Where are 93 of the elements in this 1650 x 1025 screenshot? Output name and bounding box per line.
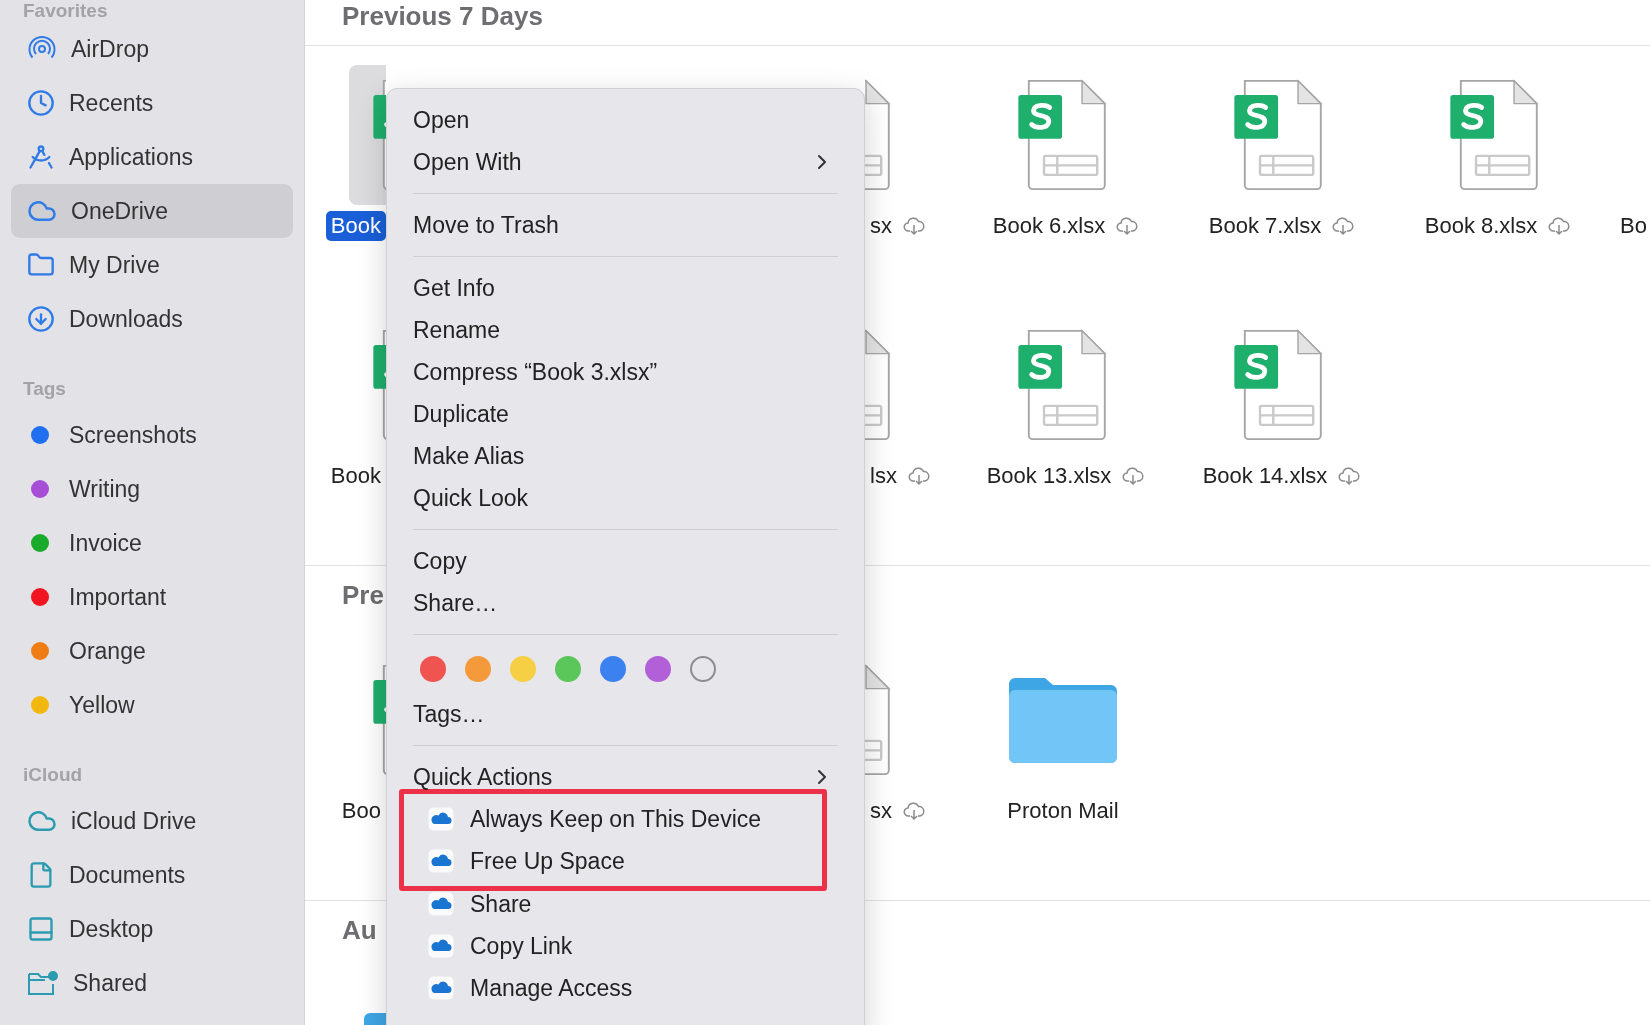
file-name: lsx: [869, 462, 898, 490]
menu-item[interactable]: Share: [387, 883, 864, 925]
sidebar-item[interactable]: My Drive: [11, 238, 293, 292]
sidebar-item-label: Orange: [69, 637, 146, 665]
sidebar-item-label: Writing: [69, 475, 141, 503]
menu-item[interactable]: Always Keep on This Device: [404, 798, 822, 840]
file-name: Boo: [340, 797, 382, 825]
menu-item[interactable]: Open With: [387, 141, 864, 183]
file-name: Book 13.xlsx: [985, 462, 1113, 490]
file-tile[interactable]: Book 7.xlsx: [1171, 65, 1387, 315]
tag-color-swatch[interactable]: [510, 656, 536, 682]
file-name: Book: [329, 462, 382, 490]
sidebar-item[interactable]: Recents: [11, 76, 293, 130]
menu-item[interactable]: Manage Access: [387, 967, 864, 1009]
sidebar-item-label: Yellow: [69, 691, 135, 719]
sidebar-item[interactable]: AirDrop: [11, 22, 293, 76]
tag-color-swatch[interactable]: [420, 656, 446, 682]
sidebar-item-label: Downloads: [69, 305, 183, 333]
file-tile[interactable]: Book 8.xlsx: [1387, 65, 1603, 315]
cloud-icon: [428, 807, 454, 831]
sidebar-item[interactable]: iCloud Drive: [11, 794, 293, 848]
sidebar-item-label: AirDrop: [71, 35, 149, 63]
file-name: Book 14.xlsx: [1201, 462, 1329, 490]
sidebar-item[interactable]: OneDrive: [11, 184, 293, 238]
section-header: Previous 7 Days: [342, 1, 543, 31]
download-icon: [27, 305, 55, 333]
cloud-icon: [428, 934, 454, 958]
menu-item[interactable]: Quick Look: [387, 477, 864, 519]
file-name: Bo: [1619, 212, 1648, 240]
desktop-icon: [27, 915, 55, 943]
cloud-icon: [428, 976, 454, 1000]
menu-item[interactable]: Move to Trash: [387, 204, 864, 246]
menu-item[interactable]: Compress “Book 3.xlsx”: [387, 351, 864, 393]
menu-item[interactable]: Make Alias: [387, 435, 864, 477]
sidebar-section-header: iCloud: [22, 763, 84, 787]
sidebar-item-label: Screenshots: [69, 421, 197, 449]
cloud-icon: [428, 892, 454, 916]
menu-item[interactable]: Quick Actions: [387, 756, 864, 798]
sidebar-item[interactable]: Desktop: [11, 902, 293, 956]
compass-icon: [27, 143, 55, 171]
file-name: Book 7.xlsx: [1207, 212, 1323, 240]
tag-color-swatch[interactable]: [690, 656, 716, 682]
menu-item[interactable]: Open: [387, 99, 864, 141]
section-header: Pre: [342, 580, 384, 610]
menu-item[interactable]: Copy Link: [387, 925, 864, 967]
sidebar-item-label: Documents: [69, 861, 186, 889]
menu-item[interactable]: Get Info: [387, 267, 864, 309]
sidebar-item[interactable]: Yellow: [11, 678, 293, 732]
sidebar-section-header: Favorites: [22, 0, 109, 22]
clock-icon: [27, 89, 55, 117]
sidebar-item-label: Important: [69, 583, 167, 611]
menu-item[interactable]: Tags…: [387, 693, 864, 735]
file-tile[interactable]: Book 14.xlsx: [1171, 315, 1387, 565]
menu-item[interactable]: Rename: [387, 309, 864, 351]
sidebar-item[interactable]: Invoice: [11, 516, 293, 570]
sidebar-item-label: Recents: [69, 89, 154, 117]
shared-folder-icon: [27, 969, 59, 997]
sidebar-item[interactable]: Applications: [11, 130, 293, 184]
file-name: sx: [869, 212, 893, 240]
file-name: Book 8.xlsx: [1423, 212, 1539, 240]
sidebar-item-label: OneDrive: [71, 197, 169, 225]
sidebar-item-label: Desktop: [69, 915, 154, 943]
sidebar-item[interactable]: Orange: [11, 624, 293, 678]
sidebar-item[interactable]: Important: [11, 570, 293, 624]
file-name: Proton Mail: [1006, 797, 1120, 825]
menu-item[interactable]: Free Up Space: [404, 840, 822, 882]
cloud-icon: [428, 849, 454, 873]
sidebar-item-label: My Drive: [69, 251, 160, 279]
file-name: Book: [325, 211, 386, 241]
sidebar-item-label: Shared: [73, 969, 148, 997]
tag-color-swatch[interactable]: [645, 656, 671, 682]
folder-icon: [27, 251, 55, 279]
sidebar-item-label: iCloud Drive: [71, 807, 197, 835]
sidebar-item[interactable]: Writing: [11, 462, 293, 516]
menu-item[interactable]: Share…: [387, 582, 864, 624]
sidebar-item-label: Invoice: [69, 529, 142, 557]
sidebar-section-header: Tags: [22, 377, 67, 401]
tag-color-swatch[interactable]: [465, 656, 491, 682]
sidebar-item[interactable]: Downloads: [11, 292, 293, 346]
file-tile[interactable]: Book 13.xlsx: [955, 315, 1171, 565]
tag-color-swatch[interactable]: [555, 656, 581, 682]
section-header: Au: [342, 915, 377, 945]
sidebar-item-label: Applications: [69, 143, 194, 171]
sidebar-item[interactable]: Shared: [11, 956, 293, 1010]
file-name: Book 6.xlsx: [991, 212, 1107, 240]
file-name: sx: [869, 797, 893, 825]
sidebar-item[interactable]: Screenshots: [11, 408, 293, 462]
file-tile[interactable]: Book 6.xlsx: [955, 65, 1171, 315]
tag-color-swatch[interactable]: [600, 656, 626, 682]
file-tile[interactable]: Proton Mail: [955, 650, 1171, 900]
sidebar-item[interactable]: Documents: [11, 848, 293, 902]
menu-item[interactable]: Copy: [387, 540, 864, 582]
menu-item[interactable]: Duplicate: [387, 393, 864, 435]
